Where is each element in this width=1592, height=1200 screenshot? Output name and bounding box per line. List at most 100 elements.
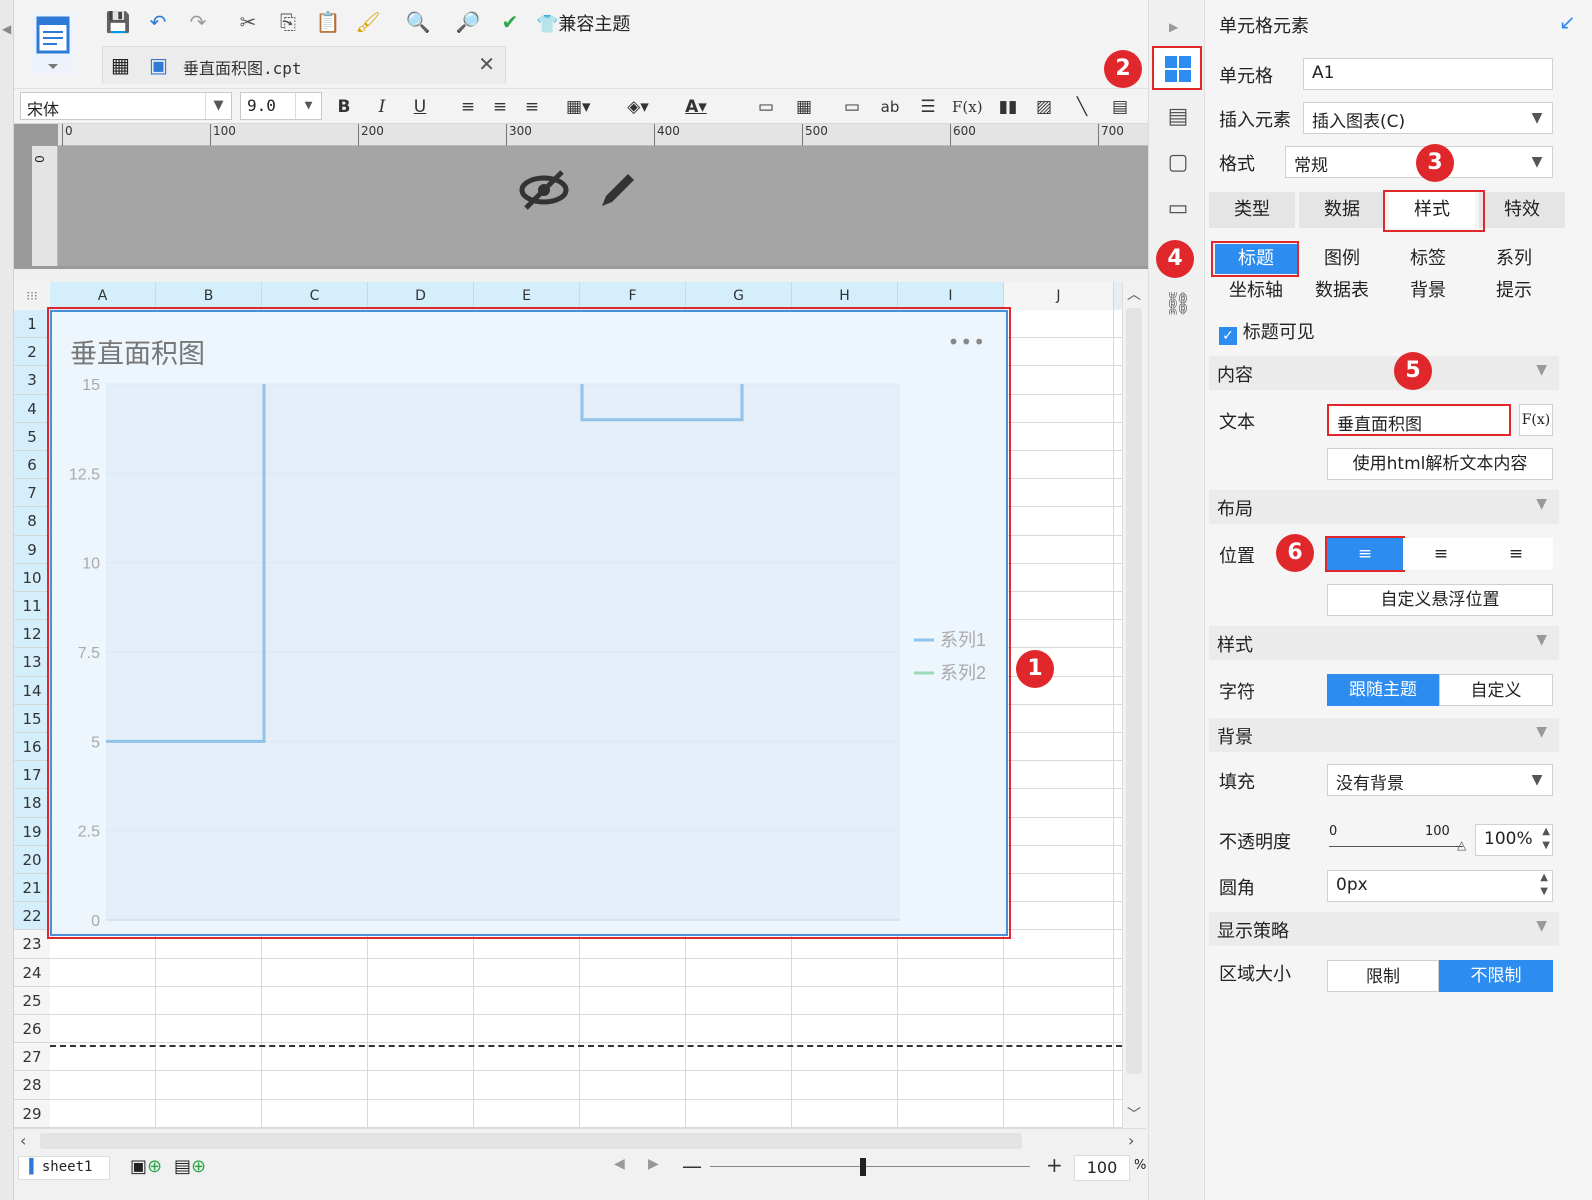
scroll-up-icon[interactable]: ︿ xyxy=(1127,284,1141,304)
row-header-6[interactable]: 6 xyxy=(14,451,50,480)
paste-icon[interactable]: 📋 xyxy=(314,8,342,36)
subtab-background[interactable]: 背景 xyxy=(1387,276,1469,306)
link-icon[interactable]: ⛓ xyxy=(1163,290,1193,320)
italic-button[interactable]: I xyxy=(370,93,394,121)
add-report-sheet-icon[interactable]: ▤⊕ xyxy=(174,1156,206,1177)
row-header-2[interactable]: 2 xyxy=(14,338,50,367)
compat-theme-button[interactable]: 👕兼容主题 xyxy=(536,10,630,36)
fill-select[interactable]: 没有背景 ▼ xyxy=(1327,764,1553,796)
fill-color-icon[interactable]: ◈▾ xyxy=(626,93,650,121)
subtab-label[interactable]: 标签 xyxy=(1387,244,1469,274)
preview-icon[interactable]: 🔍 xyxy=(404,8,432,36)
subtab-legend[interactable]: 图例 xyxy=(1301,244,1383,274)
font-family-select[interactable]: 宋体 ▼ xyxy=(20,92,232,120)
row-header-17[interactable]: 17 xyxy=(14,761,50,790)
opacity-slider-track[interactable] xyxy=(1329,846,1463,847)
legend-label[interactable]: 系列2 xyxy=(940,663,986,683)
tab-effect[interactable]: 特效 xyxy=(1479,192,1565,228)
column-header-G[interactable]: G xyxy=(686,282,792,310)
row-header-11[interactable]: 11 xyxy=(14,592,50,621)
search-icon[interactable]: 🔎 xyxy=(454,8,482,36)
row-header-4[interactable]: 4 xyxy=(14,394,50,423)
underline-button[interactable]: U xyxy=(408,93,432,121)
row-header-22[interactable]: 22 xyxy=(14,902,50,931)
formula-button[interactable]: F(x) xyxy=(1519,404,1553,436)
html-parse-button[interactable]: 使用html解析文本内容 xyxy=(1327,448,1553,480)
copy-icon[interactable]: ⎘ xyxy=(274,8,302,36)
tab-type[interactable]: 类型 xyxy=(1209,192,1295,228)
bar-chart-icon[interactable]: ▮▮ xyxy=(996,93,1020,121)
align-left-icon[interactable]: ≡ xyxy=(456,93,480,121)
align-center-button[interactable]: ≡ xyxy=(1403,538,1479,570)
custom-char-button[interactable]: 自定义 xyxy=(1439,674,1553,706)
save-icon[interactable]: 💾 xyxy=(104,8,132,36)
sheet-tab[interactable]: ▐ sheet1 xyxy=(18,1156,110,1180)
column-header-A[interactable]: A xyxy=(50,282,156,310)
border-icon[interactable]: ▦▾ xyxy=(566,93,591,121)
cell-element-tab[interactable] xyxy=(1152,46,1202,90)
vertical-scroll-thumb[interactable] xyxy=(1126,308,1142,1074)
column-header-J[interactable]: J xyxy=(1004,282,1114,310)
slash-icon[interactable]: ╲ xyxy=(1070,93,1094,121)
collapse-left-icon[interactable]: ◀ xyxy=(2,22,11,36)
section-layout[interactable]: 布局 ▼ xyxy=(1209,490,1559,524)
column-header-E[interactable]: E xyxy=(474,282,580,310)
text-ab-button[interactable]: ab xyxy=(878,93,902,121)
font-size-select[interactable]: 9.0 ▼ xyxy=(240,92,322,120)
row-header-8[interactable]: 8 xyxy=(14,507,50,536)
list-icon[interactable]: ☰ xyxy=(916,93,940,121)
close-tab-icon[interactable]: ✕ xyxy=(478,52,495,76)
row-header-18[interactable]: 18 xyxy=(14,789,50,818)
cell-input[interactable]: A1 xyxy=(1303,58,1553,90)
column-header-F[interactable]: F xyxy=(580,282,686,310)
add-sheet-icon[interactable]: ▣⊕ xyxy=(130,1156,162,1177)
row-header-24[interactable]: 24 xyxy=(14,958,50,987)
more-icon[interactable]: ▤ xyxy=(1108,93,1132,121)
horizontal-scrollbar[interactable]: ‹ › xyxy=(14,1128,1146,1152)
align-right-icon[interactable]: ≡ xyxy=(520,93,544,121)
legend-label[interactable]: 系列1 xyxy=(940,630,986,650)
left-collapse-strip[interactable]: ◀ xyxy=(0,0,14,1200)
prev-sheet-icon[interactable]: ◀ xyxy=(614,1156,625,1172)
scroll-right-icon[interactable]: › xyxy=(1128,1131,1134,1150)
section-display-strategy[interactable]: 显示策略 ▼ xyxy=(1209,912,1559,946)
hide-icon[interactable] xyxy=(518,168,570,222)
vertical-scrollbar[interactable]: ︿ ﹀ xyxy=(1122,282,1146,1128)
spinner-icon[interactable]: ▲ ▼ xyxy=(1540,871,1548,899)
row-header-15[interactable]: 15 xyxy=(14,704,50,733)
no-limit-button[interactable]: 不限制 xyxy=(1439,960,1553,992)
zoom-input[interactable]: 100 xyxy=(1074,1155,1130,1181)
chart-area[interactable]: 垂直面积图 ••• 15 12.5 10 7.5 5 2.5 0 系列1 系列2 xyxy=(50,310,1008,936)
custom-float-button[interactable]: 自定义悬浮位置 xyxy=(1327,584,1553,616)
row-header-21[interactable]: 21 xyxy=(14,874,50,903)
follow-theme-button[interactable]: 跟随主题 xyxy=(1327,674,1439,706)
row-header-23[interactable]: 23 xyxy=(14,930,50,959)
zoom-in-icon[interactable]: + xyxy=(1046,1153,1063,1177)
section-style[interactable]: 样式 ▼ xyxy=(1209,626,1559,660)
merge-cells-icon[interactable]: ▭ xyxy=(754,93,778,121)
undo-icon[interactable]: ↶ xyxy=(144,8,172,36)
subtab-datatable[interactable]: 数据表 xyxy=(1301,276,1383,306)
row-header-27[interactable]: 27 xyxy=(14,1043,50,1072)
subtab-axis[interactable]: 坐标轴 xyxy=(1215,276,1297,306)
column-header-I[interactable]: I xyxy=(898,282,1004,310)
template-logo-icon[interactable] xyxy=(30,12,76,74)
align-center-icon[interactable]: ≡ xyxy=(488,93,512,121)
radius-input[interactable]: 0px ▲ ▼ xyxy=(1327,870,1553,902)
opacity-input[interactable]: 100% ▲ ▼ xyxy=(1475,824,1553,856)
row-header-16[interactable]: 16 xyxy=(14,733,50,762)
tab-data[interactable]: 数据 xyxy=(1299,192,1385,228)
select-all-corner[interactable]: ⁝⁝⁝ xyxy=(14,282,50,310)
cell-attribute-icon[interactable]: ▤ xyxy=(1163,102,1193,132)
row-header-13[interactable]: 13 xyxy=(14,648,50,677)
pin-icon[interactable]: ↙ xyxy=(1559,10,1576,34)
bold-button[interactable]: B xyxy=(332,93,356,121)
row-header-29[interactable]: 29 xyxy=(14,1099,50,1128)
font-color-icon[interactable]: A▾ xyxy=(684,93,708,121)
scroll-down-icon[interactable]: ﹀ xyxy=(1127,1104,1141,1124)
column-header-B[interactable]: B xyxy=(156,282,262,310)
row-header-7[interactable]: 7 xyxy=(14,479,50,508)
formula-button[interactable]: F(x) xyxy=(952,93,983,121)
expand-panel-icon[interactable]: ▶ xyxy=(1169,20,1178,34)
zoom-slider-track[interactable] xyxy=(710,1166,1030,1167)
